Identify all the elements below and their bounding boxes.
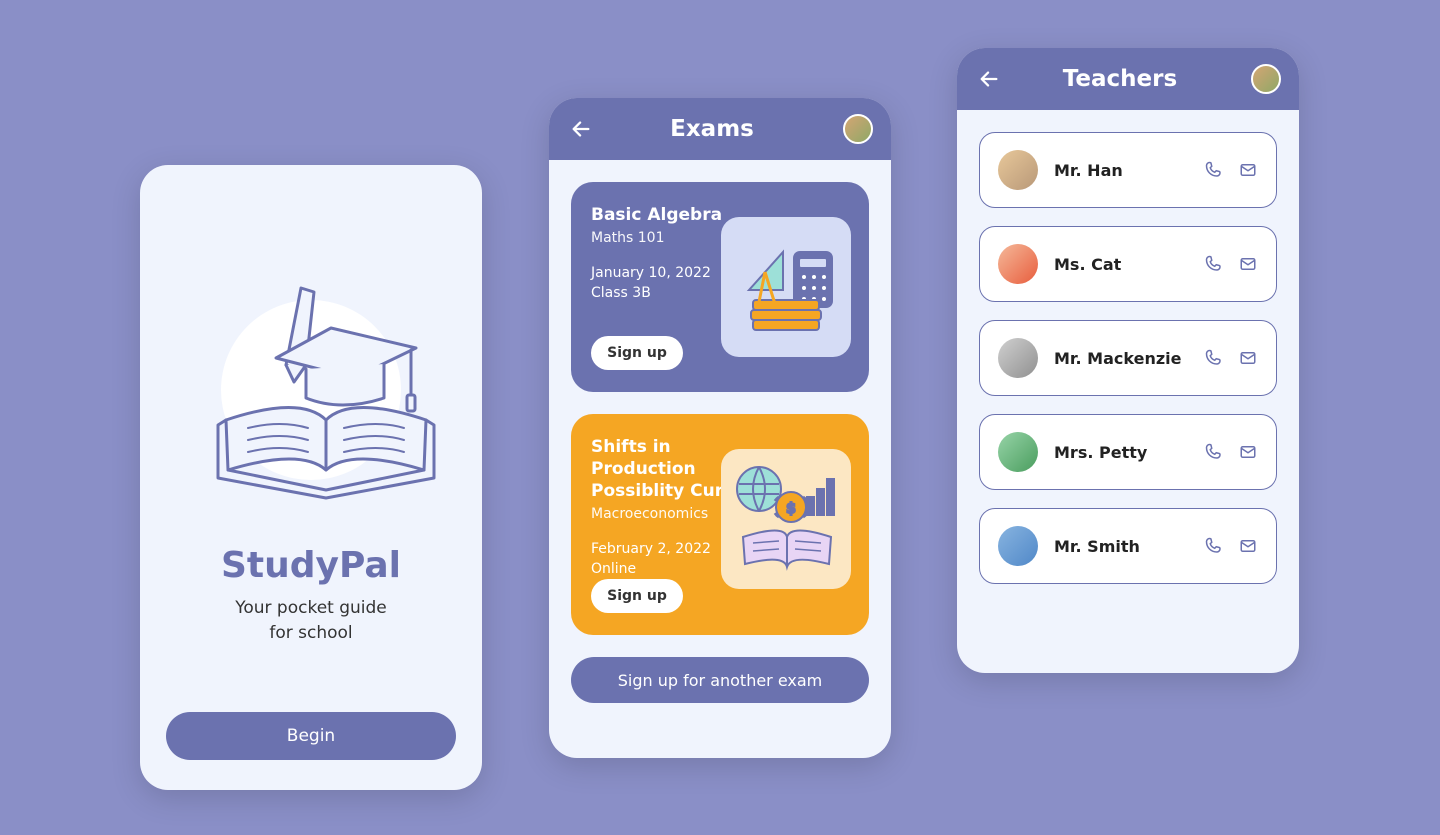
exams-header: Exams xyxy=(549,98,891,160)
mail-icon[interactable] xyxy=(1238,536,1258,556)
signup-button[interactable]: Sign up xyxy=(591,336,683,370)
begin-button[interactable]: Begin xyxy=(166,712,456,760)
mail-icon[interactable] xyxy=(1238,160,1258,180)
welcome-illustration xyxy=(186,255,436,525)
mail-icon[interactable] xyxy=(1238,348,1258,368)
exams-screen: Exams Basic Algebra Maths 101 January 10… xyxy=(549,98,891,758)
welcome-screen: StudyPal Your pocket guide for school Be… xyxy=(140,165,482,790)
svg-text:$: $ xyxy=(786,501,796,517)
teacher-name: Mr. Mackenzie xyxy=(1054,349,1188,368)
math-illustration xyxy=(721,217,851,357)
signup-another-button[interactable]: Sign up for another exam xyxy=(571,657,869,703)
econ-illustration: $ xyxy=(721,449,851,589)
teacher-name: Mr. Han xyxy=(1054,161,1188,180)
book-cap-pencil-icon xyxy=(186,270,436,510)
teacher-avatar xyxy=(998,432,1038,472)
phone-icon[interactable] xyxy=(1204,442,1224,462)
teacher-avatar xyxy=(998,150,1038,190)
teacher-name: Mr. Smith xyxy=(1054,537,1188,556)
page-title: Teachers xyxy=(989,66,1251,92)
teacher-row[interactable]: Mr. Smith xyxy=(979,508,1277,584)
mail-icon[interactable] xyxy=(1238,254,1258,274)
phone-icon[interactable] xyxy=(1204,348,1224,368)
teacher-name: Mrs. Petty xyxy=(1054,443,1188,462)
phone-icon[interactable] xyxy=(1204,254,1224,274)
phone-icon[interactable] xyxy=(1204,160,1224,180)
exam-card-econ[interactable]: Shifts in Production Possiblity Curve Ma… xyxy=(571,414,869,635)
math-tools-icon xyxy=(731,232,841,342)
mail-icon[interactable] xyxy=(1238,442,1258,462)
teacher-row[interactable]: Ms. Cat xyxy=(979,226,1277,302)
exams-list: Basic Algebra Maths 101 January 10, 2022… xyxy=(549,160,891,758)
teacher-avatar xyxy=(998,526,1038,566)
teachers-list: Mr. Han Ms. Cat Mr. Mackenzie Mr xyxy=(957,110,1299,673)
economics-icon: $ xyxy=(729,459,844,579)
page-title: Exams xyxy=(581,116,843,142)
teacher-row[interactable]: Mrs. Petty xyxy=(979,414,1277,490)
teacher-name: Ms. Cat xyxy=(1054,255,1188,274)
teacher-row[interactable]: Mr. Mackenzie xyxy=(979,320,1277,396)
teacher-avatar xyxy=(998,338,1038,378)
teachers-screen: Teachers Mr. Han Ms. Cat Mr. Mackenzie xyxy=(957,48,1299,673)
teacher-row[interactable]: Mr. Han xyxy=(979,132,1277,208)
signup-button[interactable]: Sign up xyxy=(591,579,683,613)
app-title: StudyPal xyxy=(221,545,401,586)
exam-card-algebra[interactable]: Basic Algebra Maths 101 January 10, 2022… xyxy=(571,182,869,392)
teachers-header: Teachers xyxy=(957,48,1299,110)
phone-icon[interactable] xyxy=(1204,536,1224,556)
user-avatar[interactable] xyxy=(843,114,873,144)
app-tagline: Your pocket guide for school xyxy=(235,596,387,645)
user-avatar[interactable] xyxy=(1251,64,1281,94)
teacher-avatar xyxy=(998,244,1038,284)
